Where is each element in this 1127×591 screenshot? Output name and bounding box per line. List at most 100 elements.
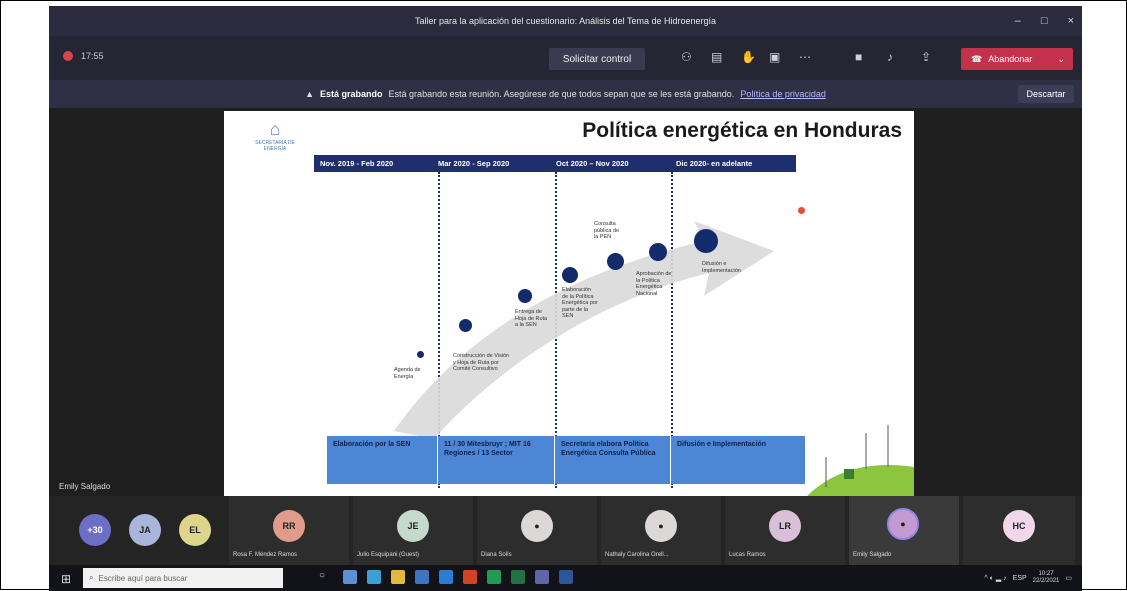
phase-footer-1: Elaboración por la SEN xyxy=(327,436,437,484)
phase-header-1: Nov. 2019 - Feb 2020 xyxy=(314,155,432,172)
participant-name: Nathaly Carolina Orell... xyxy=(605,552,669,558)
participant-tile-self[interactable]: ● Emily Salgado xyxy=(849,496,959,565)
camera-icon[interactable]: ■ xyxy=(855,50,862,64)
chevron-down-icon[interactable]: ⌄ xyxy=(1057,54,1065,65)
step-label: Construcción de Visión y Hoja de Ruta po… xyxy=(453,353,510,372)
laser-pointer-icon xyxy=(798,207,805,214)
file-explorer-icon[interactable] xyxy=(391,570,405,584)
window-title-bar: Taller para la aplicación del cuestionar… xyxy=(49,6,1082,36)
participant-name: Lucas Ramos xyxy=(729,552,766,558)
participant-tile[interactable]: ● Diana Solís xyxy=(477,496,597,565)
step-label: Aprobación de la Política Energética Nac… xyxy=(636,271,672,297)
windows-taskbar: ⊞ ⌕ Escribe aquí para buscar ○ ^ ◐ ▂ ♪ E… xyxy=(49,565,1082,591)
phase-header-4: Dic 2020- en adelante xyxy=(670,155,796,172)
participants-icon[interactable]: ⚇ xyxy=(681,50,692,64)
avatar: RR xyxy=(273,510,305,542)
phase-header-2: Mar 2020 - Sep 2020 xyxy=(432,155,550,172)
request-control-button[interactable]: Solicitar control xyxy=(549,48,645,70)
banner-bold-text: Está grabando xyxy=(320,89,383,99)
timeline-point xyxy=(562,267,578,283)
recording-banner: ▲ Está grabando Está grabando esta reuni… xyxy=(49,80,1082,108)
avatar: HC xyxy=(1003,510,1035,542)
powerpoint-icon[interactable] xyxy=(463,570,477,584)
taskbar-search-input[interactable]: ⌕ Escribe aquí para buscar xyxy=(83,568,283,588)
avatar: ● xyxy=(521,510,553,542)
step-label: Elaboración de la Política Energética po… xyxy=(562,287,598,319)
chat-icon[interactable]: ▤ xyxy=(711,50,722,64)
participant-tile[interactable]: JE Julio Esquipani (Guest) xyxy=(353,496,473,565)
shared-screen-stage: ⌂ SECRETARÍA DE ENERGÍA Política energét… xyxy=(49,108,1082,497)
timeline-point xyxy=(459,319,472,332)
logo-text: SECRETARÍA DE ENERGÍA xyxy=(255,140,295,152)
system-tray: ^ ◐ ▂ ♪ ESP 10:27 22/2/2021 ▭ xyxy=(984,571,1072,585)
slide-title: Política energética en Honduras xyxy=(582,119,902,142)
window-controls: – □ × xyxy=(1015,6,1074,36)
tray-icons[interactable]: ^ ◐ ▂ ♪ xyxy=(984,574,1006,582)
windows-start-icon[interactable]: ⊞ xyxy=(61,572,71,586)
taskbar-clock[interactable]: 10:27 22/2/2021 xyxy=(1033,571,1060,585)
mail-icon[interactable] xyxy=(439,570,453,584)
participant-strip: +30 JA EL RR Rosa F. Méndez Ramos JE Jul… xyxy=(49,496,1082,565)
timeline-point xyxy=(694,229,718,253)
window-title: Taller para la aplicación del cuestionar… xyxy=(414,16,716,26)
language-indicator[interactable]: ESP xyxy=(1013,575,1027,582)
teams-icon[interactable] xyxy=(535,570,549,584)
presentation-slide: ⌂ SECRETARÍA DE ENERGÍA Política energét… xyxy=(224,111,914,497)
store-icon[interactable] xyxy=(415,570,429,584)
meeting-toolbar: 17:55 Solicitar control ⚇ ▤ ✋ ▣ ⋯ ■ ♪ ⇪ … xyxy=(49,36,1082,80)
leave-label: Abandonar xyxy=(988,54,1033,64)
logo-dome-icon: ⌂ xyxy=(269,119,281,139)
phone-icon: ☎ xyxy=(971,53,983,64)
timeline-point xyxy=(607,253,624,270)
timeline-arrow xyxy=(394,221,774,439)
avatar: LR xyxy=(769,510,801,542)
more-participants-badge[interactable]: +30 xyxy=(79,514,111,546)
raise-hand-icon[interactable]: ✋ xyxy=(741,50,756,64)
participant-tile[interactable]: ● Nathaly Carolina Orell... xyxy=(601,496,721,565)
timeline-point xyxy=(417,351,424,358)
microphone-icon[interactable]: ♪ xyxy=(887,50,893,64)
timeline-point xyxy=(518,289,532,303)
word-icon[interactable] xyxy=(559,570,573,584)
participant-name: Diana Solís xyxy=(481,552,512,558)
notifications-icon[interactable]: ▭ xyxy=(1065,574,1072,582)
banner-text: Está grabando esta reunión. Asegúrese de… xyxy=(388,89,735,99)
phase-footer-3: Secretaría elabora Política Energética C… xyxy=(555,436,670,484)
privacy-policy-link[interactable]: Política de privacidad xyxy=(740,89,826,99)
task-view-icon[interactable]: ○ xyxy=(319,570,333,584)
phase-footer-2: 11 / 30 Mitesbruyr ; MIT 16 Regiones / 1… xyxy=(438,436,554,484)
participant-name: Emily Salgado xyxy=(853,552,892,558)
maximize-button[interactable]: □ xyxy=(1041,15,1048,27)
breakout-rooms-icon[interactable]: ▣ xyxy=(769,50,780,64)
participant-tile[interactable]: LR Lucas Ramos xyxy=(725,496,845,565)
dismiss-button[interactable]: Descartar xyxy=(1018,85,1074,103)
search-icon: ⌕ xyxy=(89,573,94,582)
step-label: Entrega de Hoja de Ruta a la SEN xyxy=(515,309,548,328)
recording-icon xyxy=(63,51,73,61)
minimize-button[interactable]: – xyxy=(1015,15,1021,27)
ministry-logo: ⌂ SECRETARÍA DE ENERGÍA xyxy=(246,119,304,165)
avatar[interactable]: JA xyxy=(129,514,161,546)
search-placeholder: Escribe aquí para buscar xyxy=(98,573,188,583)
edge-icon[interactable] xyxy=(343,570,357,584)
clock-time: 10:27 xyxy=(1038,571,1054,577)
wind-turbines-illustration xyxy=(806,425,914,497)
share-screen-icon[interactable]: ⇪ xyxy=(921,50,931,64)
close-button[interactable]: × xyxy=(1068,15,1074,27)
participant-tile[interactable]: HC xyxy=(963,496,1075,565)
avatar[interactable]: EL xyxy=(179,514,211,546)
chrome-icon[interactable] xyxy=(367,570,381,584)
avatar: ● xyxy=(887,508,919,540)
step-label: Consulta pública de la PEN xyxy=(594,221,620,240)
more-options-icon[interactable]: ⋯ xyxy=(799,50,811,64)
meeting-timer: 17:55 xyxy=(63,51,104,61)
excel-icon[interactable] xyxy=(511,570,525,584)
presenter-name: Emily Salgado xyxy=(59,482,111,491)
timer-text: 17:55 xyxy=(81,51,104,61)
step-label: Difusión e Implementación xyxy=(702,261,741,274)
participant-tile[interactable]: RR Rosa F. Méndez Ramos xyxy=(229,496,349,565)
leave-meeting-button[interactable]: ☎ Abandonar ⌄ xyxy=(961,48,1073,70)
avatar: ● xyxy=(645,510,677,542)
teams-window: Taller para la aplicación del cuestionar… xyxy=(49,6,1082,591)
chrome-alt-icon[interactable] xyxy=(487,570,501,584)
